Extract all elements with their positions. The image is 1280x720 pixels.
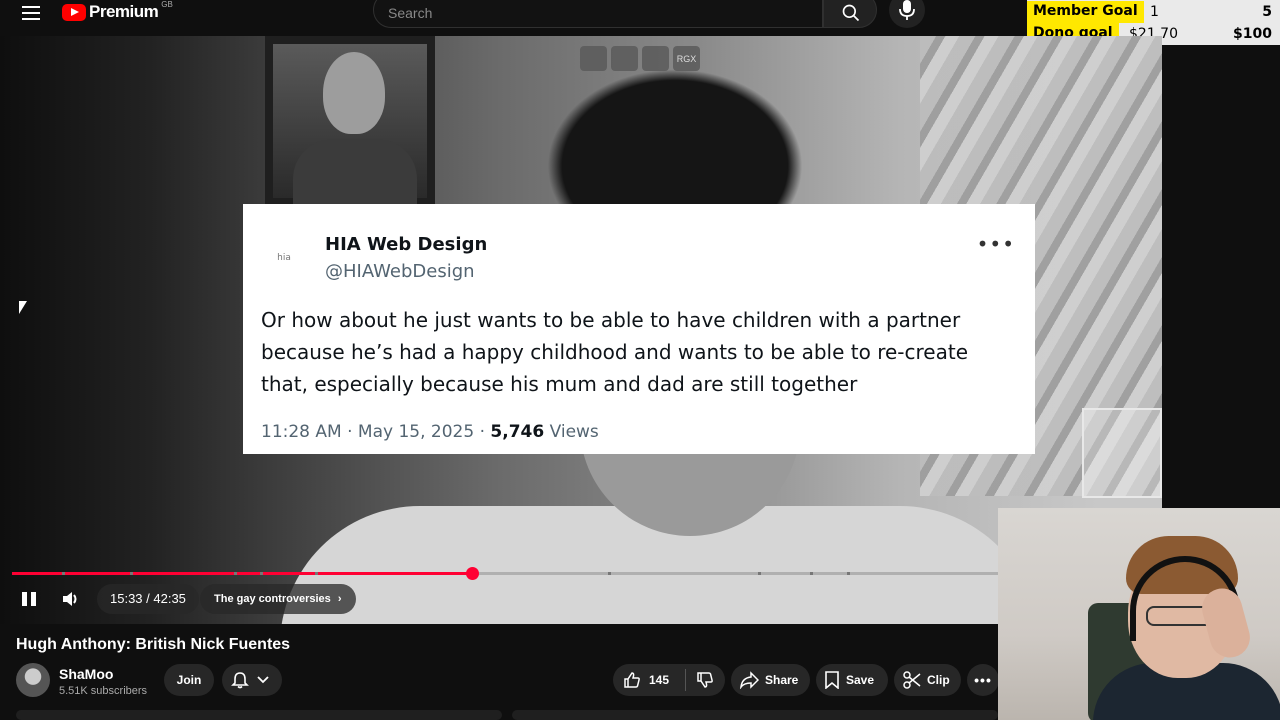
tweet-views-label: Views [549, 422, 599, 442]
save-label: Save [846, 673, 875, 687]
bookmark-icon [825, 671, 839, 689]
subscriber-count: 5.51K subscribers [59, 685, 148, 697]
clip-label: Clip [927, 673, 950, 687]
menu-icon[interactable] [22, 3, 42, 21]
like-dislike-group: 145 [613, 664, 725, 696]
recommendation-strip [16, 710, 502, 720]
streamer-webcam [998, 508, 1280, 720]
pause-button[interactable] [20, 590, 38, 608]
goal-current: 1 [1150, 4, 1159, 20]
speaker-icon [63, 592, 77, 606]
youtube-logo[interactable]: Premium GB [62, 0, 173, 22]
pip-icon[interactable] [580, 46, 607, 71]
join-label: Join [176, 673, 202, 687]
volume-icon[interactable] [60, 588, 82, 610]
clip-button[interactable]: Clip [894, 664, 961, 696]
more-options-icon: ••• [976, 232, 1015, 256]
exit-icon[interactable] [611, 46, 638, 71]
tweet-text: Or how about he just wants to be able to… [261, 308, 969, 396]
mic-icon [899, 0, 915, 20]
time-display: 15:33 / 42:35 [97, 584, 199, 614]
more-actions-button[interactable]: ••• [967, 664, 999, 696]
tweet-meta: 11:28 AM · May 15, 2025 · 5,746 Views [261, 422, 599, 442]
goal-target: $100 [1233, 26, 1272, 42]
more-horizontal-icon: ••• [974, 672, 992, 688]
chevron-right-icon: › [337, 593, 342, 605]
voice-search-button[interactable] [889, 0, 925, 28]
channel-name[interactable]: ShaMoo [59, 666, 113, 682]
goal-target: 5 [1262, 4, 1272, 20]
chapter-button[interactable]: The gay controversies › [200, 584, 356, 614]
thumbs-up-icon[interactable] [623, 671, 641, 689]
chevron-down-icon [257, 676, 269, 684]
tweet-time: 11:28 AM [261, 422, 342, 442]
share-icon [740, 671, 759, 689]
channel-avatar[interactable] [16, 663, 50, 697]
notifications-button[interactable] [222, 664, 282, 696]
join-button[interactable]: Join [164, 664, 214, 696]
search-input[interactable]: Search [373, 0, 823, 28]
play-logo-icon [62, 3, 86, 21]
member-goal-row: Member Goal 1 5 [1027, 1, 1280, 23]
tweet-handle: @HIAWebDesign [325, 261, 475, 282]
video-title: Hugh Anthony: British Nick Fuentes [16, 636, 291, 653]
save-button[interactable]: Save [816, 664, 888, 696]
logo-text: Premium [89, 2, 159, 21]
mouse-cursor-icon [19, 301, 27, 314]
tweet-views-count: 5,746 [490, 422, 545, 442]
search-icon [842, 4, 860, 22]
progress-fill [12, 572, 473, 575]
region-code: GB [161, 0, 173, 9]
share-button[interactable]: Share [731, 664, 810, 696]
glass-award [1082, 408, 1162, 498]
search-button[interactable] [823, 0, 877, 28]
thumbs-down-icon[interactable] [696, 671, 714, 689]
tweet-avatar: hia [277, 253, 291, 263]
progress-bar[interactable] [12, 567, 998, 580]
bell-icon [231, 672, 249, 689]
goal-label: Member Goal [1027, 1, 1144, 23]
search-placeholder: Search [388, 5, 433, 21]
video-overlay-icons: RGX [580, 46, 700, 71]
tweet-card: hia HIA Web Design @HIAWebDesign ••• Or … [243, 204, 1035, 454]
recommendation-strip [512, 710, 998, 720]
skip-icon[interactable] [642, 46, 669, 71]
framed-portrait [265, 36, 435, 209]
video-player[interactable]: RGX hia HIA Web Design @HIAWebDesign •••… [0, 36, 1162, 624]
scissors-icon [903, 671, 921, 689]
tweet-date: May 15, 2025 [357, 422, 475, 442]
rgx-icon[interactable]: RGX [673, 46, 700, 71]
like-count: 145 [649, 673, 670, 687]
tweet-author-name: HIA Web Design [325, 234, 488, 255]
chapter-label: The gay controversies [214, 593, 331, 605]
share-label: Share [765, 673, 799, 687]
